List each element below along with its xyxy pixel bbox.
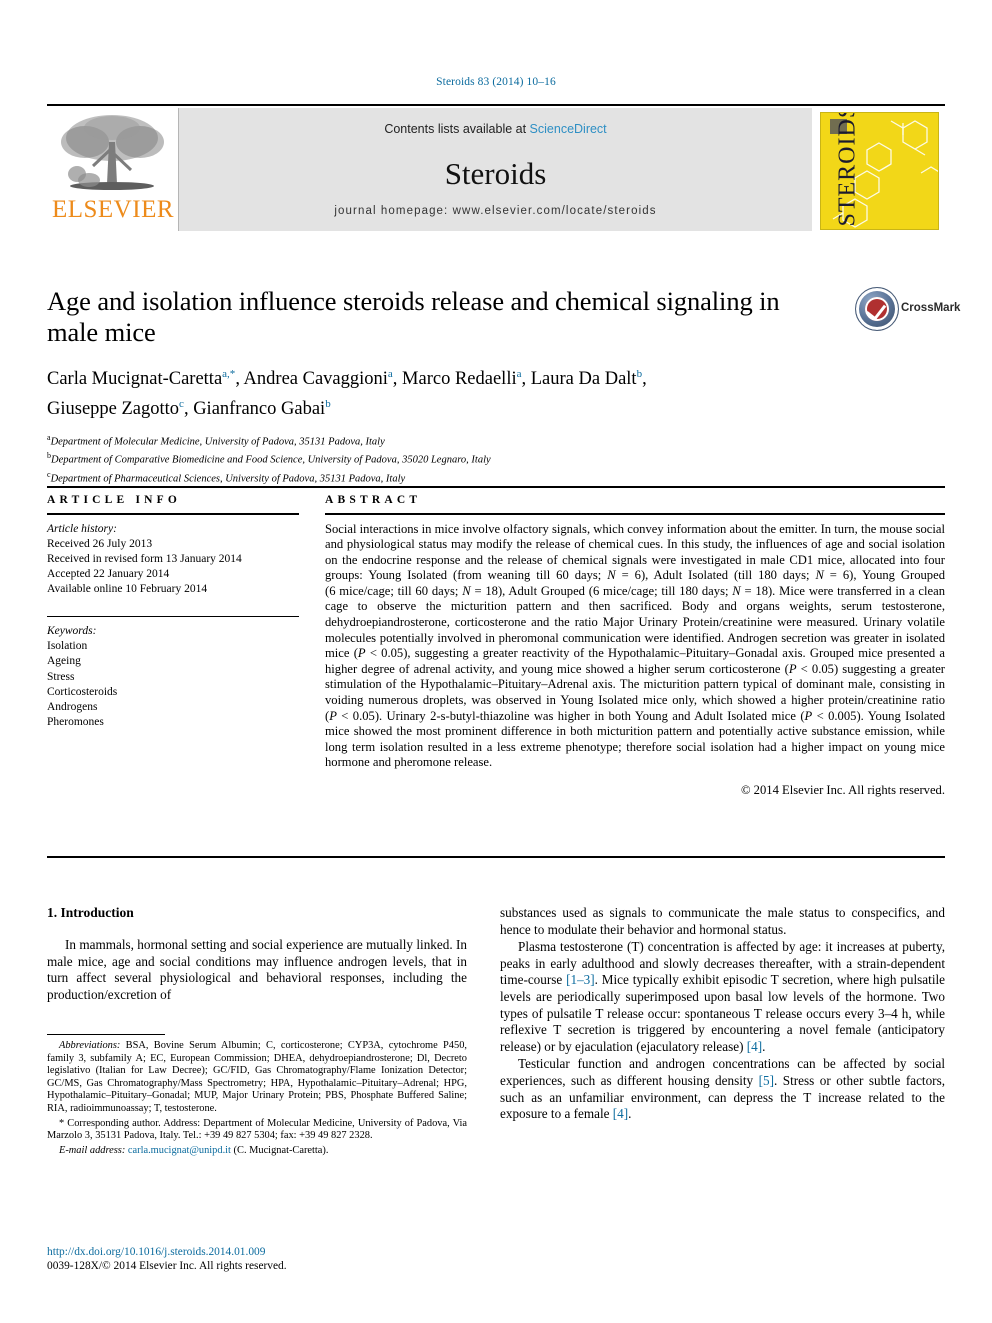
corresponding-author-footnote: * Corresponding author. Address: Departm… (47, 1117, 467, 1142)
abstract-body: Social interactions in mice involve olfa… (325, 521, 945, 770)
footer-block: http://dx.doi.org/10.1016/j.steroids.201… (47, 1245, 467, 1273)
keywords-rule (47, 615, 299, 618)
author-list: Carla Mucignat-Carettaa,*, Andrea Cavagg… (47, 362, 837, 422)
history-item: Accepted 22 January 2014 (47, 568, 170, 581)
author-line-1: Carla Mucignat-Carettaa,*, Andrea Cavagg… (47, 368, 647, 390)
author-affiliation-marker: b (636, 368, 643, 380)
author-affiliation-marker: a,* (222, 368, 236, 380)
article-info-column: ARTICLE INFO Article history: Received 2… (47, 494, 299, 730)
keyword-item: Ageing (47, 655, 81, 668)
author-affiliation-marker: a (516, 368, 522, 380)
affiliation-item: bDepartment of Comparative Biomedicine a… (47, 451, 491, 466)
article-history: Article history: Received 26 July 2013 R… (47, 522, 299, 598)
crossmark-icon (855, 287, 899, 331)
intro-paragraph: In mammals, hormonal setting and social … (47, 937, 467, 1002)
keywords-title: Keywords: (47, 625, 97, 638)
intro-paragraph-continued: substances used as signals to communicat… (500, 905, 945, 937)
affiliation-list: aDepartment of Molecular Medicine, Unive… (47, 431, 837, 485)
journal-homepage[interactable]: journal homepage: www.elsevier.com/locat… (179, 205, 812, 217)
sciencedirect-link[interactable]: ScienceDirect (530, 122, 607, 136)
introduction-left-column: 1. Introduction In mammals, hormonal set… (47, 905, 467, 1004)
keyword-item: Stress (47, 670, 75, 683)
running-head: Steroids 83 (2014) 10–16 (436, 76, 556, 88)
footnote-separator (47, 1034, 165, 1036)
keywords-block: Keywords: Isolation Ageing Stress Cortic… (47, 624, 299, 730)
crossmark-label: CrossMark (901, 302, 961, 314)
author-affiliation-marker: a (387, 368, 393, 380)
section-heading-introduction: 1. Introduction (47, 905, 134, 920)
elsevier-logo: ELSEVIER (47, 108, 178, 231)
journal-cover-image: STEROIDS (820, 112, 939, 230)
crossmark-badge[interactable]: CrossMark (855, 287, 960, 333)
abstract-copyright: © 2014 Elsevier Inc. All rights reserved… (740, 783, 945, 797)
email-footnote: E-mail address: carla.mucignat@unipd.it … (59, 1144, 329, 1156)
history-item: Available online 10 February 2014 (47, 583, 208, 596)
affiliation-item: cDepartment of Pharmaceutical Sciences, … (47, 469, 406, 485)
paper-page: Steroids 83 (2014) 10–16 ELSEVIER Conten… (0, 0, 992, 1323)
title-block: Age and isolation influence steroids rel… (47, 286, 837, 486)
abstract-heading: ABSTRACT (325, 494, 422, 506)
footnote-block: Abbreviations: BSA, Bovine Serum Albumin… (47, 1040, 467, 1159)
article-info-heading: ARTICLE INFO (47, 494, 182, 506)
keyword-item: Isolation (47, 640, 88, 653)
author-affiliation-marker: b (325, 398, 331, 411)
abstract-rule (325, 513, 945, 515)
history-item: Received in revised form 13 January 2014 (47, 552, 242, 565)
abstract-column: ABSTRACT Social interactions in mice inv… (325, 494, 945, 798)
journal-masthead: ELSEVIER Contents lists available at Sci… (47, 104, 945, 231)
journal-title: Steroids (444, 156, 547, 191)
article-info-rule (47, 513, 299, 515)
elsevier-wordmark: ELSEVIER (51, 196, 175, 223)
info-top-rule (47, 486, 945, 488)
abbreviations-footnote: Abbreviations: BSA, Bovine Serum Albumin… (47, 1040, 467, 1114)
author-affiliation-marker: c (179, 398, 184, 411)
keyword-item: Pheromones (47, 716, 104, 729)
info-bottom-rule (47, 856, 945, 858)
journal-band: Contents lists available at ScienceDirec… (178, 108, 813, 231)
keyword-item: Corticosteroids (47, 685, 118, 698)
keyword-item: Androgens (47, 701, 98, 714)
affiliation-item: aDepartment of Molecular Medicine, Unive… (47, 433, 385, 448)
article-history-title: Article history: (47, 522, 117, 535)
contents-prefix: Contents lists available at (384, 122, 530, 136)
contents-available-line: Contents lists available at ScienceDirec… (179, 122, 812, 136)
author-line-2: Giuseppe Zagottoc, Gianfranco Gabaib (47, 398, 331, 420)
intro-paragraph: Plasma testosterone (T) concentration is… (500, 939, 945, 1054)
cover-journal-title: STEROIDS (834, 112, 861, 227)
introduction-right-column: substances used as signals to communicat… (500, 905, 945, 1124)
page-title: Age and isolation influence steroids rel… (47, 286, 780, 347)
elsevier-tree-icon (61, 115, 164, 190)
doi-link[interactable]: http://dx.doi.org/10.1016/j.steroids.201… (47, 1245, 467, 1259)
history-item: Received 26 July 2013 (47, 537, 153, 550)
intro-paragraph: Testicular function and androgen concent… (500, 1056, 945, 1122)
masthead-top-rule (47, 104, 945, 106)
issn-copyright: 0039-128X/© 2014 Elsevier Inc. All right… (47, 1260, 287, 1272)
journal-cover-thumbnail: STEROIDS (812, 108, 945, 231)
